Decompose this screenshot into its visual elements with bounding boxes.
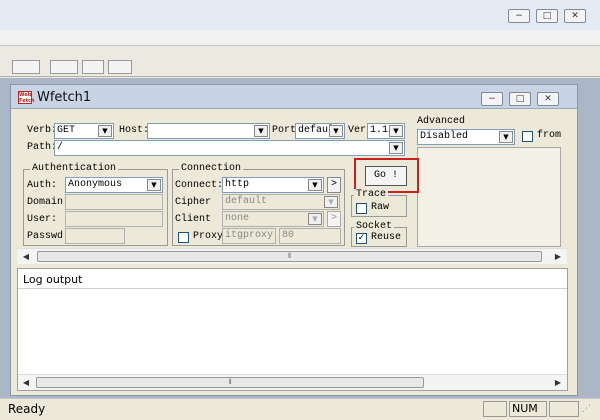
outer-close-button[interactable]: ✕ (564, 9, 586, 23)
path-input[interactable]: / ▼ (54, 140, 405, 156)
chevron-down-icon[interactable]: ▼ (308, 213, 322, 225)
maximize-button[interactable]: □ (509, 92, 531, 106)
from-checkbox[interactable] (522, 131, 533, 142)
toolbar-button-1[interactable] (12, 60, 40, 74)
authentication-title: Authentication (30, 163, 119, 174)
chevron-down-icon[interactable]: ▼ (98, 125, 112, 137)
chevron-down-icon[interactable]: ▼ (324, 196, 338, 208)
app-logo-icon: Web Fetch (18, 91, 35, 104)
passwd-input[interactable] (65, 228, 125, 244)
connect-select[interactable]: http ▼ (222, 177, 324, 193)
auth-label: Auth: (27, 180, 58, 191)
domain-input[interactable] (65, 194, 163, 210)
chevron-down-icon[interactable]: ▼ (308, 179, 322, 191)
minimize-button[interactable]: − (481, 92, 503, 106)
proxy-port-value: 80 (282, 230, 295, 241)
connect-more-button[interactable]: > (327, 177, 341, 193)
advanced-value: Disabled (420, 131, 469, 142)
num-indicator: NUM (509, 401, 547, 417)
reuse-checkbox[interactable]: ✓ (356, 233, 367, 244)
raw-checkbox[interactable] (356, 203, 367, 214)
ver-value: 1.1 (370, 125, 389, 136)
scroll-right-icon[interactable]: ▶ (551, 376, 565, 389)
path-value: / (57, 142, 64, 153)
proxy-checkbox[interactable] (178, 232, 189, 243)
verb-label: Verb: (27, 125, 58, 136)
raw-label: Raw (371, 202, 390, 213)
client-more-button[interactable]: > (327, 211, 341, 227)
reuse-label: Reuse (371, 232, 402, 243)
trace-title: Trace (354, 189, 389, 200)
go-button[interactable]: Go ! (365, 166, 407, 186)
advanced-panel (417, 147, 561, 247)
port-label: Port (272, 125, 297, 136)
port-select[interactable]: defaul ▼ (295, 123, 345, 139)
window-title: Wfetch1 (37, 90, 92, 105)
scroll-left-icon[interactable]: ◀ (19, 250, 33, 263)
connect-value: http (225, 179, 250, 190)
host-label: Host: (119, 125, 150, 136)
toolbar-button-4[interactable] (108, 60, 132, 74)
user-input[interactable] (65, 211, 163, 227)
chevron-down-icon[interactable]: ▼ (389, 125, 403, 137)
toolbar-button-2[interactable] (50, 60, 78, 74)
chevron-down-icon[interactable]: ▼ (499, 131, 513, 143)
client-value: none (225, 213, 250, 224)
log-title-divider (18, 288, 567, 289)
proxy-host-input[interactable]: itgproxy (222, 228, 276, 244)
log-horizontal-scrollbar[interactable]: ◀ ⦀ ▶ (18, 374, 567, 390)
auth-select[interactable]: Anonymous ▼ (65, 177, 163, 193)
verb-select[interactable]: GET ▼ (54, 123, 114, 139)
menu-bar (0, 30, 600, 46)
log-output-panel[interactable] (17, 268, 568, 391)
outer-maximize-button[interactable]: □ (536, 9, 558, 23)
advanced-select[interactable]: Disabled ▼ (417, 129, 515, 145)
status-text: Ready (8, 402, 46, 416)
client-label: Client (175, 214, 212, 225)
cipher-label: Cipher (175, 197, 212, 208)
domain-label: Domain: (27, 197, 70, 208)
cipher-select[interactable]: default ▼ (222, 194, 340, 210)
scroll-right-icon[interactable]: ▶ (551, 250, 565, 263)
from-label: from (537, 130, 562, 141)
socket-title: Socket (354, 221, 395, 232)
auth-value: Anonymous (68, 179, 123, 190)
scroll-left-icon[interactable]: ◀ (19, 376, 33, 389)
host-input[interactable]: ▼ (147, 123, 270, 139)
resize-grip-icon[interactable]: ⋰ (582, 404, 594, 416)
proxy-label: Proxy (193, 231, 224, 242)
status-panel-empty (483, 401, 507, 417)
scroll-thumb[interactable]: ⦀ (37, 251, 542, 262)
connect-label: Connect: (175, 180, 224, 191)
toolbar-button-3[interactable] (82, 60, 104, 74)
log-output-title: Log output (23, 273, 83, 286)
outer-minimize-button[interactable]: − (508, 9, 530, 23)
cipher-value: default (225, 196, 268, 207)
status-panel-empty (549, 401, 579, 417)
user-label: User: (27, 214, 58, 225)
connection-title: Connection (179, 163, 244, 174)
close-button[interactable]: ✕ (537, 92, 559, 106)
chevron-down-icon[interactable]: ▼ (147, 179, 161, 191)
verb-value: GET (57, 125, 76, 136)
top-horizontal-scrollbar[interactable]: ◀ ⦀ ▶ (17, 248, 567, 264)
proxy-port-input[interactable]: 80 (279, 228, 341, 244)
passwd-label: Passwd: (27, 231, 70, 242)
client-select[interactable]: none ▼ (222, 211, 324, 227)
proxy-host-value: itgproxy (225, 230, 274, 241)
scroll-thumb[interactable]: ⦀ (36, 377, 424, 388)
chevron-down-icon[interactable]: ▼ (254, 125, 268, 137)
chevron-down-icon[interactable]: ▼ (389, 142, 403, 154)
path-label: Path: (27, 142, 58, 153)
chevron-down-icon[interactable]: ▼ (329, 125, 343, 137)
ver-select[interactable]: 1.1 ▼ (367, 123, 405, 139)
advanced-title: Advanced (417, 116, 466, 127)
